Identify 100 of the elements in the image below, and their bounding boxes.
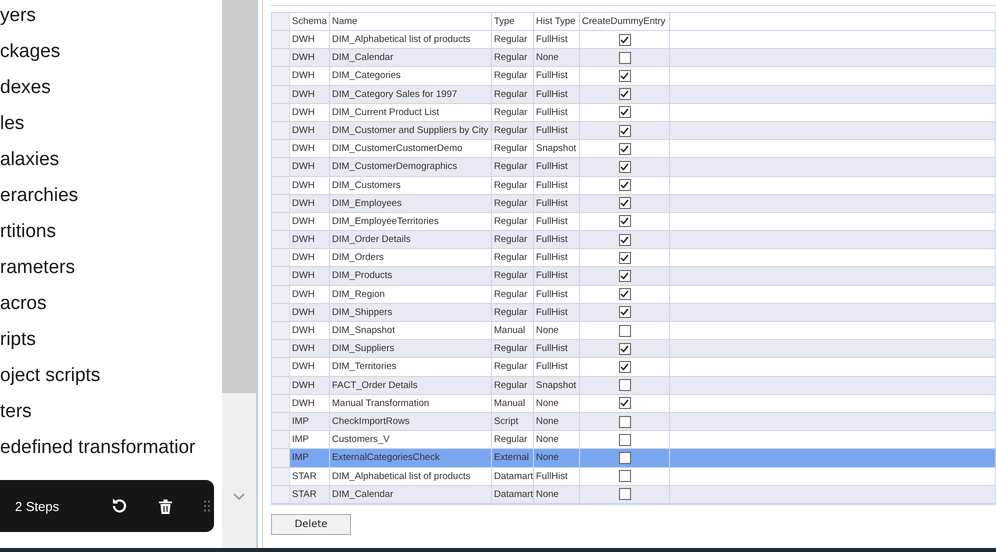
checkbox[interactable] bbox=[618, 88, 630, 100]
checkbox[interactable] bbox=[618, 324, 630, 337]
table-row[interactable]: STAR DIM_Alphabetical list of products Datamart FullHist bbox=[272, 468, 995, 486]
sidebar-item[interactable]: dexes bbox=[0, 75, 222, 111]
table-row[interactable]: DWH DIM_Orders Regular FullHist bbox=[272, 249, 995, 268]
table-row[interactable]: DWH DIM_Order Details Regular FullHist bbox=[272, 231, 995, 250]
scrollbar-thumb[interactable] bbox=[222, 0, 256, 393]
checkbox[interactable] bbox=[618, 52, 630, 64]
table-cell: Regular bbox=[492, 376, 534, 394]
table-row[interactable]: DWH DIM_Customers Regular FullHist bbox=[272, 176, 995, 195]
table-cell: Regular bbox=[492, 267, 534, 285]
table-row[interactable]: DWH DIM_Customer and Suppliers by City Regular FullHist bbox=[272, 122, 995, 140]
checkbox[interactable] bbox=[618, 252, 630, 264]
checkbox[interactable] bbox=[618, 270, 630, 282]
checkbox[interactable] bbox=[618, 142, 630, 155]
table-row[interactable]: DWH DIM_Region Regular FullHist bbox=[272, 286, 995, 304]
column-header[interactable]: Name bbox=[330, 13, 492, 30]
table-row[interactable]: DWH DIM_Alphabetical list of products Regular FullHist bbox=[272, 31, 995, 50]
checkbox[interactable] bbox=[618, 160, 630, 173]
delete-button[interactable]: Delete bbox=[271, 514, 351, 535]
table-cell: DWH bbox=[290, 394, 330, 412]
checkbox[interactable] bbox=[618, 106, 630, 118]
table-cell: DWH bbox=[290, 249, 330, 266]
checkbox[interactable] bbox=[618, 434, 630, 446]
sidebar-item[interactable]: ckages bbox=[0, 39, 222, 75]
column-header[interactable]: Schema bbox=[290, 13, 330, 30]
table-cell: FullHist bbox=[534, 122, 580, 140]
table-cell: None bbox=[534, 322, 580, 340]
column-header[interactable]: CreateDummyEntry bbox=[580, 13, 670, 30]
table-cell: DIM_Employees bbox=[330, 194, 492, 212]
checkbox[interactable] bbox=[618, 379, 630, 392]
sidebar-item[interactable]: ters bbox=[0, 399, 222, 435]
checkbox[interactable] bbox=[618, 306, 630, 318]
checkbox[interactable] bbox=[618, 197, 630, 210]
checkbox[interactable] bbox=[618, 288, 630, 300]
table-row[interactable]: DWH DIM_CustomerCustomerDemo Regular Snapshot bbox=[272, 140, 995, 158]
sidebar-item[interactable]: les bbox=[0, 111, 222, 147]
table-cell: DWH bbox=[290, 122, 330, 140]
table-row[interactable]: DWH DIM_Shippers Regular FullHist bbox=[272, 304, 995, 322]
table-cell: DIM_Snapshot bbox=[330, 322, 492, 340]
table-row[interactable]: IMP Customers_V Regular None bbox=[272, 431, 995, 450]
chevron-down-icon[interactable] bbox=[233, 493, 245, 501]
checkbox[interactable] bbox=[618, 452, 630, 464]
table-row[interactable]: DWH DIM_Categories Regular FullHist bbox=[272, 67, 995, 86]
table-row[interactable]: DWH DIM_Territories Regular FullHist bbox=[272, 358, 995, 377]
checkbox[interactable] bbox=[618, 34, 630, 46]
checkbox[interactable] bbox=[618, 70, 630, 82]
steps-label: 2 Steps bbox=[15, 498, 60, 514]
drag-handle-icon[interactable] bbox=[204, 500, 210, 512]
sidebar-item[interactable]: rtitions bbox=[0, 219, 222, 255]
table-row[interactable]: DWH DIM_EmployeeTerritories Regular FullHist bbox=[272, 212, 995, 232]
table-cell: FullHist bbox=[534, 267, 580, 285]
table-row[interactable]: DWH DIM_CustomerDemographics Regular FullHist bbox=[272, 158, 995, 176]
table-cell: DWH bbox=[290, 86, 330, 103]
checkbox[interactable] bbox=[618, 124, 630, 137]
checkbox[interactable] bbox=[618, 179, 630, 192]
checkbox[interactable] bbox=[618, 342, 630, 355]
table-cell: FullHist bbox=[534, 358, 580, 376]
undo-icon[interactable] bbox=[111, 497, 128, 515]
scrollbar[interactable] bbox=[222, 0, 258, 548]
table-row[interactable]: DWH DIM_Suppliers Regular FullHist bbox=[272, 340, 995, 358]
checkbox[interactable] bbox=[618, 215, 630, 228]
sidebar-item[interactable]: edefined transformatior bbox=[0, 435, 222, 471]
checkbox[interactable] bbox=[618, 416, 630, 428]
table-cell: None bbox=[534, 412, 580, 430]
table-row[interactable]: IMP ExternalCategoriesCheck External None bbox=[272, 449, 995, 468]
table-cell: FullHist bbox=[534, 158, 580, 176]
table-row[interactable]: DWH Manual Transformation Manual None bbox=[272, 394, 995, 413]
table-row[interactable]: DWH DIM_Products Regular FullHist bbox=[272, 267, 995, 286]
sidebar-item[interactable]: ripts bbox=[0, 327, 222, 363]
table-row[interactable]: DWH DIM_Employees Regular FullHist bbox=[272, 194, 995, 213]
table-row[interactable]: DWH DIM_Current Product List Regular FullHist bbox=[272, 104, 995, 122]
checkbox[interactable] bbox=[618, 470, 630, 482]
table-cell: External bbox=[492, 449, 534, 466]
table-cell: DWH bbox=[290, 286, 330, 303]
column-header[interactable]: Hist Type bbox=[534, 13, 580, 30]
table-cell: ExternalCategoriesCheck bbox=[330, 449, 492, 466]
table-cell: Script bbox=[492, 412, 534, 430]
table-row[interactable]: DWH DIM_Snapshot Manual None bbox=[272, 322, 995, 340]
table-cell: DWH bbox=[290, 340, 330, 358]
table-row[interactable]: IMP CheckImportRows Script None bbox=[272, 412, 995, 432]
table-cell: FullHist bbox=[534, 231, 580, 248]
checkbox[interactable] bbox=[618, 360, 630, 373]
sidebar-item[interactable]: alaxies bbox=[0, 147, 222, 183]
sidebar-item[interactable]: yers bbox=[0, 3, 222, 39]
trash-icon[interactable] bbox=[159, 498, 172, 514]
table-row[interactable]: DWH FACT_Order Details Regular Snapshot bbox=[272, 376, 995, 395]
sidebar-item[interactable]: erarchies bbox=[0, 183, 222, 219]
sidebar-item[interactable]: acros bbox=[0, 291, 222, 327]
checkbox[interactable] bbox=[618, 397, 630, 410]
table-cell: Regular bbox=[492, 49, 534, 66]
checkbox[interactable] bbox=[618, 488, 630, 500]
table-cell: DIM_Alphabetical list of products bbox=[330, 468, 492, 485]
sidebar-item[interactable]: rameters bbox=[0, 255, 222, 291]
table-row[interactable]: DWH DIM_Category Sales for 1997 Regular FullHist bbox=[272, 86, 995, 104]
checkbox[interactable] bbox=[618, 234, 630, 246]
table-row[interactable]: DWH DIM_Calendar Regular None bbox=[272, 49, 995, 68]
table-row[interactable]: STAR DIM_Calendar Datamart None bbox=[272, 486, 995, 504]
column-header[interactable]: Type bbox=[492, 13, 534, 30]
sidebar-item[interactable]: oject scripts bbox=[0, 363, 222, 399]
